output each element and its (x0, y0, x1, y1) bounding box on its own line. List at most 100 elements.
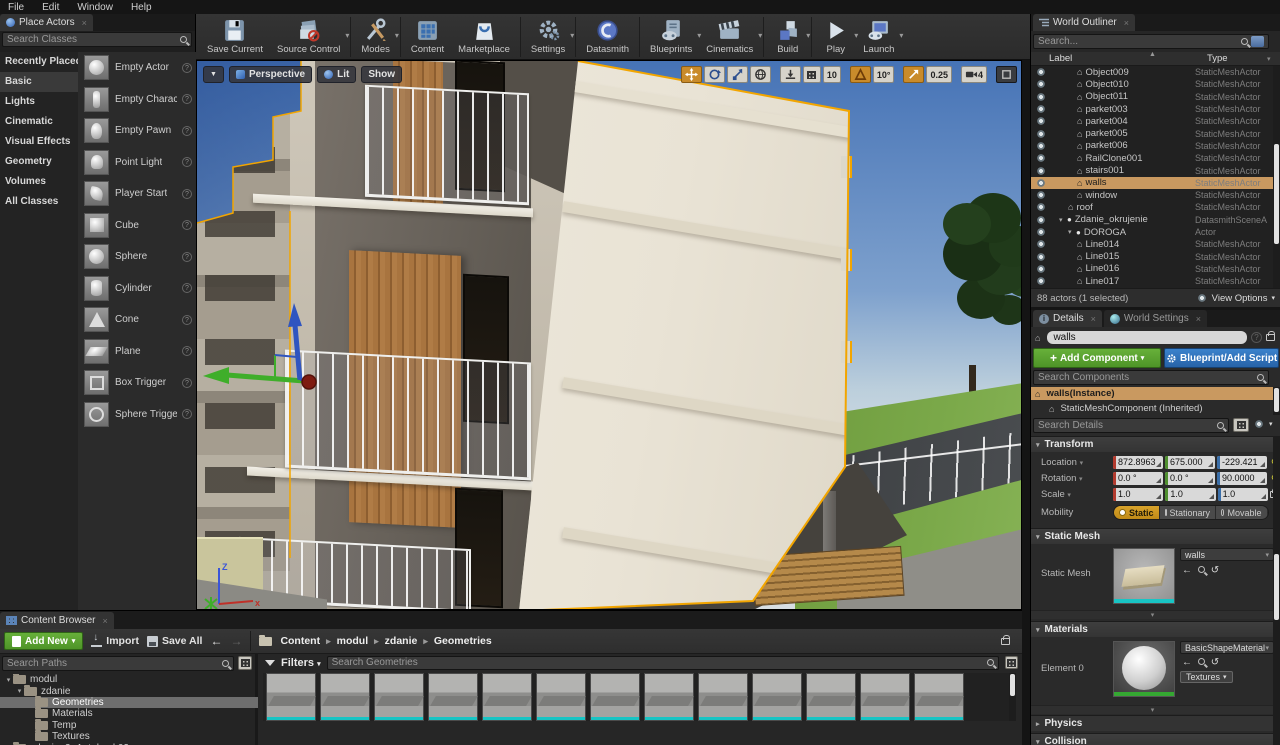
static-mesh-combo[interactable]: walls ▾ (1180, 548, 1274, 561)
asset-thumbnail[interactable] (698, 673, 748, 721)
expander-icon[interactable]: ▾ (1068, 228, 1076, 236)
breadcrumb-zdanie[interactable]: zdanie (385, 635, 418, 647)
category-basic[interactable]: Basic (0, 72, 78, 92)
lit-button[interactable]: Lit (317, 66, 357, 83)
add-component-button[interactable]: + Add Component ▾ (1033, 348, 1162, 368)
rotation-x-field[interactable]: 0.0 ° (1113, 471, 1163, 485)
menu-window[interactable]: Window (77, 2, 113, 13)
chevron-down-icon[interactable]: ▾ (570, 31, 574, 40)
datasmith-button[interactable]: Datasmith (579, 15, 636, 59)
grid-snap-button[interactable] (802, 66, 821, 83)
visibility-eye-icon[interactable] (1035, 252, 1047, 261)
view-toggle-button[interactable] (1005, 656, 1018, 669)
scale-snap-button[interactable] (903, 66, 925, 83)
forward-button[interactable]: → (230, 634, 242, 648)
save-all-button[interactable]: Save All (146, 635, 202, 647)
visibility-eye-icon[interactable] (1035, 68, 1047, 77)
move-tool-button[interactable] (680, 66, 702, 83)
mobility-movable-button[interactable]: Movable (1215, 506, 1268, 519)
visibility-eye-icon[interactable] (1035, 228, 1047, 236)
place-actor-item[interactable]: Player Start? (78, 178, 196, 210)
menu-file[interactable]: File (8, 2, 24, 13)
asset-thumbnail[interactable] (374, 673, 424, 721)
static-mesh-section-header[interactable]: ▾ Static Mesh (1031, 528, 1280, 544)
place-actor-item[interactable]: Box Trigger? (78, 367, 196, 399)
surface-snap-button[interactable] (779, 66, 801, 83)
outliner-row[interactable]: ⌂ Object009 StaticMeshActor (1031, 66, 1280, 78)
perspective-button[interactable]: Perspective (228, 66, 313, 83)
cinematics-button[interactable]: Cinematics ▾ (699, 15, 762, 59)
outliner-row[interactable]: ⌂ parket006 StaticMeshActor (1031, 140, 1280, 152)
outliner-row[interactable]: ⌂ roof StaticMeshActor (1031, 201, 1280, 213)
browse-icon[interactable] (1194, 565, 1208, 576)
outliner-row[interactable]: ⌂ Line014 StaticMeshActor (1031, 238, 1280, 250)
place-actor-item[interactable]: Empty Actor? (78, 52, 196, 84)
asset-thumbnail[interactable] (428, 673, 478, 721)
lock-icon[interactable] (1001, 634, 1010, 645)
location-x-field[interactable]: 872.8963 (1113, 455, 1163, 469)
outliner-row[interactable]: ⌂ parket004 StaticMeshActor (1031, 115, 1280, 127)
reset-icon[interactable]: ↺ (1208, 565, 1222, 576)
close-icon[interactable]: × (82, 18, 87, 28)
components-scrollbar[interactable] (1273, 387, 1280, 415)
scale-tool-button[interactable] (726, 66, 748, 83)
viewport-options-button[interactable]: ▼ (203, 66, 224, 83)
visibility-eye-icon[interactable] (1035, 92, 1047, 101)
outliner-row[interactable]: ▾ ● Zdanie_okrujenie DatasmithSceneA (1031, 214, 1280, 226)
menu-edit[interactable]: Edit (42, 2, 59, 13)
textures-button[interactable]: Textures ▾ (1180, 671, 1233, 683)
outliner-row[interactable]: ⌂ parket003 StaticMeshActor (1031, 103, 1280, 115)
property-matrix-button[interactable] (1233, 418, 1249, 432)
expander-icon[interactable]: ▾ (15, 687, 24, 695)
lock-icon[interactable] (1266, 331, 1275, 341)
place-actor-item[interactable]: Sphere? (78, 241, 196, 273)
search-details-input[interactable]: Search Details (1033, 418, 1229, 433)
use-selected-icon[interactable]: ← (1180, 565, 1194, 576)
chevron-down-icon[interactable]: ▾ (395, 31, 399, 40)
angle-snap-value[interactable]: 10° (872, 66, 895, 83)
sources-toggle-button[interactable] (238, 656, 252, 670)
component-staticmesh-inherited[interactable]: ⌂ StaticMeshComponent (Inherited) (1031, 402, 1274, 415)
rotation-z-field[interactable]: 90.0000 (1217, 471, 1267, 485)
visibility-eye-icon[interactable] (1035, 264, 1047, 273)
advanced-expander[interactable]: ▾ (1031, 705, 1274, 714)
scale-snap-value[interactable]: 0.25 (926, 66, 952, 83)
materials-section-header[interactable]: ▾ Materials (1031, 621, 1280, 637)
visibility-eye-icon[interactable] (1035, 154, 1047, 163)
chevron-down-icon[interactable]: ▾ (758, 31, 762, 40)
folder-Materials[interactable]: Materials (0, 707, 258, 719)
asset-thumbnail[interactable] (752, 673, 802, 721)
asset-thumbnail[interactable] (644, 673, 694, 721)
rotation-y-field[interactable]: 0.0 ° (1165, 471, 1215, 485)
expander-icon[interactable]: ▾ (4, 676, 13, 684)
asset-thumbnail[interactable] (266, 673, 316, 721)
rotate-tool-button[interactable] (703, 66, 725, 83)
category-volumes[interactable]: Volumes (0, 172, 78, 192)
tab-world-outliner[interactable]: World Outliner × (1033, 14, 1135, 31)
build-button[interactable]: Build ▾ (767, 15, 810, 59)
column-type[interactable]: Type (1207, 53, 1228, 64)
asset-thumbnail[interactable] (320, 673, 370, 721)
place-actor-item[interactable]: Cube? (78, 210, 196, 242)
add-new-button[interactable]: Add New ▾ (4, 632, 84, 650)
actor-name-field[interactable]: walls (1047, 331, 1247, 344)
scale-y-field[interactable]: 1.0 (1165, 487, 1216, 501)
outliner-view-options-button[interactable]: View Options ▾ (1195, 293, 1275, 304)
outliner-row[interactable]: ⌂ Line016 StaticMeshActor (1031, 263, 1280, 275)
chevron-down-icon[interactable]: ▾ (806, 31, 810, 40)
close-icon[interactable]: × (102, 616, 107, 626)
category-lights[interactable]: Lights (0, 92, 78, 112)
folder-modul[interactable]: ▾ modul (0, 674, 258, 685)
launch-button[interactable]: Launch ▾ (856, 15, 903, 59)
reset-icon[interactable]: ↺ (1208, 657, 1222, 668)
scale-z-field[interactable]: 1.0 (1217, 487, 1268, 501)
outliner-row[interactable]: ⌂ parket005 StaticMeshActor (1031, 127, 1280, 139)
outliner-row[interactable]: ⌂ Object011 StaticMeshActor (1031, 91, 1280, 103)
assets-scrollbar[interactable] (1009, 673, 1016, 721)
visibility-eye-icon[interactable] (1035, 129, 1047, 138)
modes-button[interactable]: Modes ▾ (354, 15, 399, 59)
place-actor-item[interactable]: Sphere Trigger? (78, 399, 196, 431)
visibility-eye-icon[interactable] (1035, 215, 1047, 224)
place-actor-item[interactable]: Cylinder? (78, 273, 196, 305)
maximize-viewport-button[interactable] (996, 66, 1017, 83)
